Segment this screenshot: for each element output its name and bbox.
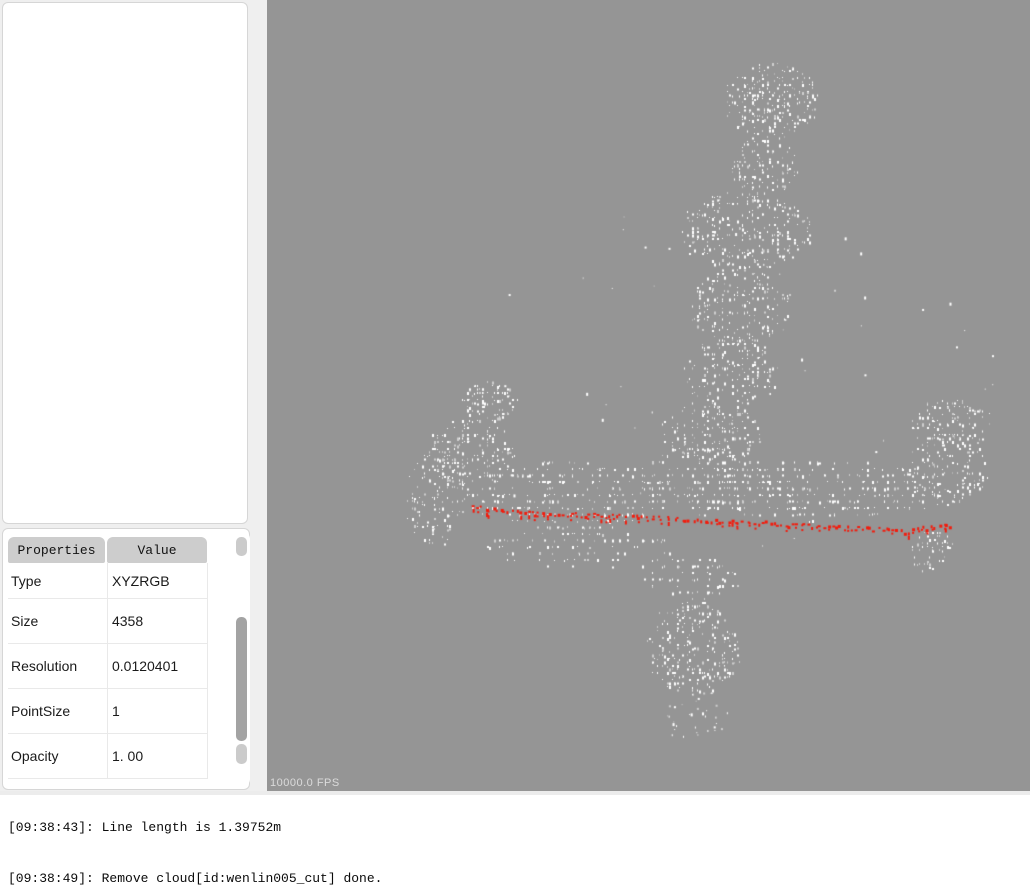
- viewport-3d: 10000.0 FPS: [267, 0, 1030, 791]
- property-label: Opacity: [8, 734, 108, 778]
- property-label: Resolution: [8, 644, 108, 688]
- table-row: Size 4358: [8, 599, 207, 644]
- properties-table-header: Properties Value: [8, 537, 207, 563]
- scrollbar-up-button[interactable]: [236, 537, 247, 556]
- table-row: Type XYZRGB: [8, 563, 207, 599]
- log-line: [09:38:49]: Remove cloud[id:wenlin005_cu…: [8, 871, 383, 886]
- log-divider: [0, 791, 1030, 795]
- point-cloud-canvas[interactable]: [267, 0, 1030, 791]
- fps-counter: 10000.0 FPS: [270, 777, 340, 789]
- property-label: Size: [8, 599, 108, 643]
- property-value[interactable]: 0.0120401: [108, 644, 207, 688]
- header-properties: Properties: [8, 537, 105, 563]
- table-row: Resolution 0.0120401: [8, 644, 207, 689]
- property-label: Type: [8, 563, 108, 598]
- log-console[interactable]: [09:38:43]: Line length is 1.39752m [09:…: [0, 791, 1030, 895]
- property-value[interactable]: XYZRGB: [108, 563, 207, 598]
- scrollbar-down-button[interactable]: [236, 744, 247, 764]
- property-value[interactable]: 4358: [108, 599, 207, 643]
- properties-table: Type XYZRGB Size 4358 Resolution 0.01204…: [8, 563, 208, 779]
- log-line-clipped: [09:38:43]: Line length is 1.39752m: [8, 820, 282, 835]
- header-value: Value: [107, 537, 207, 563]
- app-window: Properties Value Type XYZRGB Size 4358 R…: [0, 0, 1030, 895]
- properties-scrollbar[interactable]: [234, 531, 250, 787]
- table-row: Opacity 1. 00: [8, 734, 207, 779]
- log-lines: [09:38:43]: Line length is 1.39752m [09:…: [8, 791, 1030, 895]
- property-label: PointSize: [8, 689, 108, 733]
- properties-panel: Properties Value Type XYZRGB Size 4358 R…: [2, 528, 250, 790]
- cloud-list-panel[interactable]: [2, 2, 248, 524]
- scrollbar-thumb[interactable]: [236, 617, 247, 741]
- property-value[interactable]: 1: [108, 689, 207, 733]
- property-value[interactable]: 1. 00: [108, 734, 207, 778]
- table-row: PointSize 1: [8, 689, 207, 734]
